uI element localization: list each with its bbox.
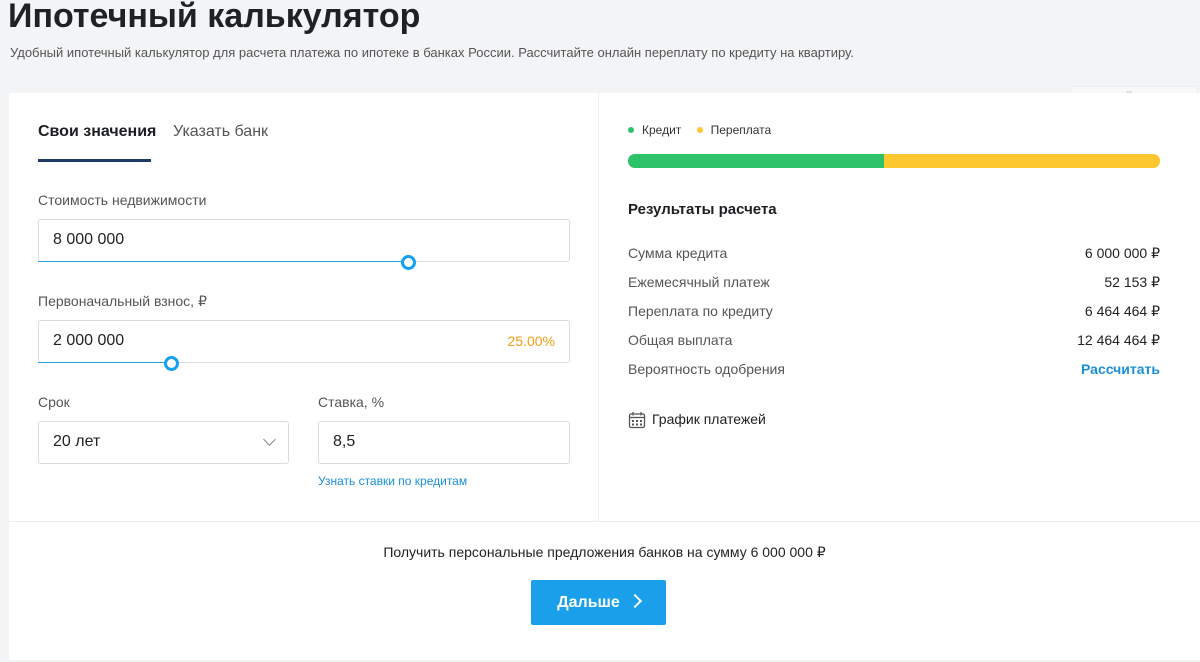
result-row-overpayment: Переплата по кредиту 6 464 464 ₽	[628, 303, 1160, 319]
rate-value: 8,5	[333, 433, 356, 450]
column-divider	[598, 93, 599, 521]
chevron-right-icon	[627, 593, 642, 609]
payment-schedule-label: График платежей	[652, 411, 766, 427]
legend-overpay: Переплата	[696, 123, 771, 137]
legend-credit: Кредит	[628, 123, 681, 137]
downpayment-slider-track	[38, 362, 171, 363]
next-button[interactable]: Дальше	[531, 580, 666, 625]
calculate-approval-link[interactable]: Рассчитать	[1081, 361, 1160, 377]
downpayment-label: Первоначальный взнос, ₽	[38, 293, 207, 309]
downpayment-input[interactable]: 2 000 000 25.00%	[38, 320, 570, 363]
property-cost-input[interactable]: 8 000 000	[38, 219, 570, 262]
offer-text: Получить персональные предложения банков…	[383, 544, 826, 560]
rates-link[interactable]: Узнать ставки по кредитам	[318, 474, 467, 488]
active-tab-indicator	[38, 159, 151, 162]
property-cost-slider-track	[38, 261, 408, 262]
credit-dot-icon	[628, 126, 634, 133]
tab-select-bank[interactable]: Указать банк	[173, 123, 268, 141]
payment-schedule-link[interactable]: График платежей	[628, 411, 766, 429]
calendar-icon	[628, 412, 646, 429]
result-row-loan-amount: Сумма кредита 6 000 000 ₽	[628, 245, 1160, 261]
row-divider	[9, 521, 1200, 522]
results-title: Результаты расчета	[628, 201, 777, 218]
calculator-card: Свои значения Указать банк Стоимость нед…	[9, 93, 1200, 660]
result-row-monthly-payment: Ежемесячный платеж 52 153 ₽	[628, 274, 1160, 290]
property-cost-label: Стоимость недвижимости	[38, 192, 207, 208]
downpayment-value: 2 000 000	[53, 332, 125, 349]
property-cost-slider-handle[interactable]	[401, 255, 416, 270]
downpayment-slider-handle[interactable]	[164, 356, 179, 371]
rate-input[interactable]: 8,5	[318, 421, 570, 464]
overpay-bar-segment	[884, 154, 1160, 168]
term-value: 20 лет	[53, 433, 101, 450]
result-row-total: Общая выплата 12 464 464 ₽	[628, 332, 1160, 348]
overpay-dot-icon	[696, 126, 703, 133]
legend: Кредит Переплата	[628, 123, 783, 137]
page-title: Ипотечный калькулятор	[8, 0, 421, 35]
term-label: Срок	[38, 394, 70, 410]
chevron-down-icon	[263, 433, 276, 446]
credit-bar-segment	[628, 154, 884, 168]
credit-overpay-bar	[628, 154, 1160, 168]
page-subtitle: Удобный ипотечный калькулятор для расчет…	[10, 45, 854, 60]
downpayment-percent: 25.00%	[507, 333, 555, 349]
result-row-approval: Вероятность одобрения Рассчитать	[628, 361, 1160, 377]
property-cost-value: 8 000 000	[53, 231, 125, 248]
term-select[interactable]: 20 лет	[38, 421, 289, 464]
tab-own-values[interactable]: Свои значения	[38, 123, 156, 141]
rate-label: Ставка, %	[318, 394, 385, 410]
